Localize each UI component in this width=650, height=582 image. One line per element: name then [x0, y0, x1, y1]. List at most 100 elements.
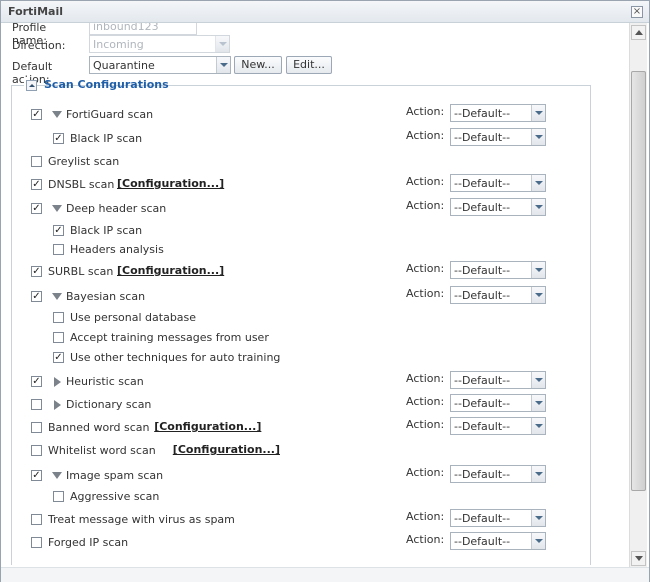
action-label: Action:: [406, 466, 445, 479]
scan-label: Headers analysis: [70, 243, 164, 256]
scan-checkbox[interactable]: ✓: [31, 266, 42, 277]
vertical-scrollbar[interactable]: [629, 23, 647, 568]
scan-label: Accept training messages from user: [70, 331, 269, 344]
scan-checkbox[interactable]: [53, 244, 64, 255]
action-select[interactable]: --Default--: [450, 128, 546, 146]
chevron-down-icon: [216, 57, 230, 73]
scan-label: FortiGuard scan: [66, 108, 154, 121]
direction-label: Direction:: [12, 39, 66, 52]
action-select[interactable]: --Default--: [450, 371, 546, 389]
direction-select[interactable]: Incoming: [89, 35, 230, 53]
action-label: Action:: [406, 199, 445, 212]
section-header: Scan Configurations: [24, 77, 169, 93]
configuration-link[interactable]: [Configuration...]: [173, 443, 280, 456]
expand-down-icon[interactable]: [52, 205, 62, 212]
new-action-button[interactable]: New...: [234, 56, 282, 74]
scroll-up-icon[interactable]: [631, 25, 646, 40]
action-select[interactable]: --Default--: [450, 465, 546, 483]
dialog-content: Profile name: inbound123 Direction: Inco…: [1, 23, 629, 565]
action-select[interactable]: --Default--: [450, 532, 546, 550]
scan-checkbox[interactable]: [53, 491, 64, 502]
scan-checkbox[interactable]: [31, 156, 42, 167]
expand-right-icon[interactable]: [54, 377, 61, 387]
scan-label: Heuristic scan: [66, 375, 144, 388]
scan-label: SURBL scan: [48, 265, 114, 278]
scan-checkbox[interactable]: ✓: [53, 133, 64, 144]
action-label: Action:: [406, 372, 445, 385]
dialog-footer: [1, 567, 649, 582]
action-select[interactable]: --Default--: [450, 198, 546, 216]
chevron-down-icon: [531, 418, 545, 434]
scan-checkbox[interactable]: ✓: [31, 179, 42, 190]
chevron-down-icon: [531, 199, 545, 215]
scan-label: Treat message with virus as spam: [48, 513, 235, 526]
action-select[interactable]: --Default--: [450, 394, 546, 412]
profile-name-field[interactable]: inbound123: [89, 23, 197, 35]
expand-down-icon[interactable]: [52, 111, 62, 118]
configuration-link[interactable]: [Configuration...]: [117, 177, 224, 190]
action-label: Action:: [406, 395, 445, 408]
scan-checkbox[interactable]: [53, 332, 64, 343]
fortimail-dialog: FortiMail × Profile name: inbound123 Dir…: [0, 0, 650, 582]
chevron-down-icon: [531, 466, 545, 482]
scan-checkbox[interactable]: ✓: [31, 376, 42, 387]
scan-checkbox[interactable]: [53, 312, 64, 323]
scan-checkbox[interactable]: ✓: [31, 203, 42, 214]
scan-label: Deep header scan: [66, 202, 167, 215]
scan-checkbox[interactable]: ✓: [31, 291, 42, 302]
scroll-down-icon[interactable]: [631, 551, 646, 566]
action-select[interactable]: --Default--: [450, 286, 546, 304]
action-label: Action:: [406, 105, 445, 118]
action-select[interactable]: --Default--: [450, 174, 546, 192]
action-label: Action:: [406, 129, 445, 142]
configuration-link[interactable]: [Configuration...]: [154, 420, 261, 433]
action-label: Action:: [406, 175, 445, 188]
scan-label: Use other techniques for auto training: [70, 351, 281, 364]
scan-checkbox[interactable]: ✓: [53, 225, 64, 236]
action-select[interactable]: --Default--: [450, 104, 546, 122]
scan-label: Aggressive scan: [70, 490, 160, 503]
scan-checkbox[interactable]: [31, 537, 42, 548]
scan-checkbox[interactable]: ✓: [31, 470, 42, 481]
scan-label: Bayesian scan: [66, 290, 146, 303]
default-action-select[interactable]: Quarantine: [89, 56, 231, 74]
section-title: Scan Configurations: [44, 78, 169, 91]
scroll-thumb[interactable]: [631, 71, 646, 491]
scan-checkbox[interactable]: [31, 445, 42, 456]
scan-checkbox[interactable]: [31, 514, 42, 525]
title-bar: FortiMail ×: [1, 1, 649, 23]
scan-checkbox[interactable]: [31, 422, 42, 433]
scan-label: Dictionary scan: [66, 398, 152, 411]
expand-down-icon[interactable]: [52, 472, 62, 479]
chevron-down-icon: [531, 510, 545, 526]
action-label: Action:: [406, 510, 445, 523]
scan-label: Greylist scan: [48, 155, 120, 168]
action-select[interactable]: --Default--: [450, 261, 546, 279]
close-icon[interactable]: ×: [631, 6, 643, 18]
chevron-down-icon: [531, 129, 545, 145]
edit-action-button[interactable]: Edit...: [286, 56, 332, 74]
chevron-down-icon: [531, 105, 545, 121]
configuration-link[interactable]: [Configuration...]: [117, 264, 224, 277]
scan-checkbox[interactable]: ✓: [53, 352, 64, 363]
collapse-toggle-icon[interactable]: [26, 80, 37, 91]
chevron-down-icon: [531, 262, 545, 278]
chevron-down-icon: [531, 372, 545, 388]
expand-down-icon[interactable]: [52, 293, 62, 300]
scan-checkbox[interactable]: ✓: [31, 109, 42, 120]
chevron-down-icon: [531, 533, 545, 549]
action-label: Action:: [406, 533, 445, 546]
action-select[interactable]: --Default--: [450, 417, 546, 435]
action-label: Action:: [406, 287, 445, 300]
chevron-down-icon: [531, 395, 545, 411]
scan-checkbox[interactable]: [31, 399, 42, 410]
scan-label: Whitelist word scan: [48, 444, 156, 457]
window-title: FortiMail: [8, 5, 63, 18]
chevron-down-icon: [215, 36, 229, 52]
scan-label: Banned word scan: [48, 421, 150, 434]
action-select[interactable]: --Default--: [450, 509, 546, 527]
action-label: Action:: [406, 418, 445, 431]
scan-label: Black IP scan: [70, 224, 143, 237]
expand-right-icon[interactable]: [54, 400, 61, 410]
scan-label: Use personal database: [70, 311, 197, 324]
